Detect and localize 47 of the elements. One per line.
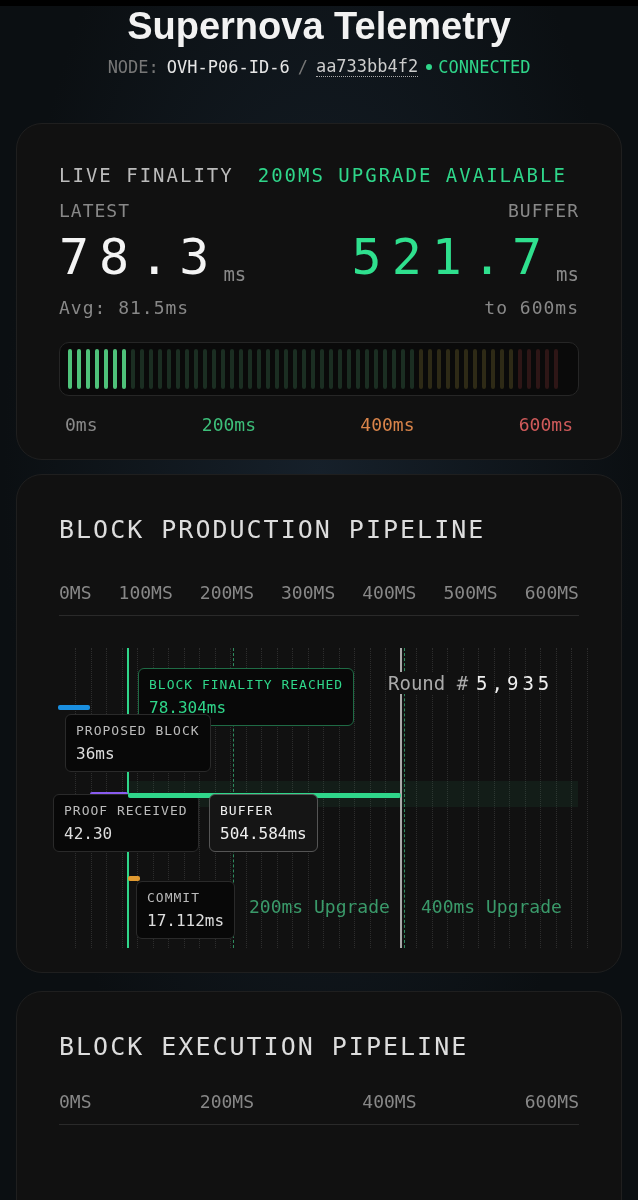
- axis-tick: 0MS: [59, 582, 92, 603]
- axis-tick: 300MS: [281, 582, 336, 603]
- axis-tick: 200MS: [199, 582, 254, 603]
- section-title: BLOCK PRODUCTION PIPELINE: [59, 515, 487, 544]
- node-hash[interactable]: aa733bb4f2: [315, 56, 419, 77]
- app-title: Supernova Telemetry: [126, 6, 512, 46]
- event-value: 17.112ms: [147, 911, 225, 930]
- scale-label: 0ms: [65, 414, 98, 435]
- upgrade-notice: 200MS UPGRADE AVAILABLE: [257, 164, 567, 186]
- section-title: BLOCK EXECUTION PIPELINE: [59, 1032, 470, 1061]
- buffer-label: BUFFER: [507, 200, 579, 221]
- axis-tick: 500MS: [443, 582, 498, 603]
- axis-tick: 0MS: [59, 1091, 92, 1112]
- event-value: 504.584ms: [220, 824, 307, 843]
- axis-tick: 600MS: [524, 582, 579, 603]
- separator: /: [297, 56, 308, 77]
- axis-tick: 400MS: [362, 582, 417, 603]
- round-label: Round #: [386, 672, 471, 694]
- axis-tick: 600MS: [524, 1091, 579, 1112]
- scale-label: 400ms: [360, 414, 415, 435]
- axis-tick: 100MS: [118, 582, 173, 603]
- upgrade-marker: 400ms Upgrade: [421, 896, 562, 917]
- node-id: OVH-P06-ID-6: [166, 56, 290, 77]
- node-label: NODE:: [107, 56, 159, 77]
- buffer-note: to 600ms: [484, 297, 579, 318]
- card-title: LIVE FINALITY: [59, 164, 234, 186]
- event-label: COMMIT: [147, 890, 201, 905]
- axis-tick: 200MS: [199, 1091, 254, 1112]
- event-value: 78.304ms: [149, 698, 228, 717]
- latest-value: 78.3: [59, 229, 220, 285]
- scale-label: 200ms: [201, 414, 256, 435]
- buffer-value: 521.7: [351, 229, 553, 285]
- latest-label: LATEST: [59, 200, 131, 221]
- axis-tick: 400MS: [362, 1091, 417, 1112]
- scale-label: 600ms: [518, 414, 573, 435]
- event-value: 36ms: [76, 744, 116, 763]
- event-label: BUFFER: [220, 803, 274, 818]
- round-number: 5,935: [476, 672, 554, 694]
- unit-label: ms: [223, 263, 247, 285]
- event-label: PROOF RECEIVED: [64, 803, 188, 818]
- upgrade-marker: 200ms Upgrade: [249, 896, 390, 917]
- unit-label: ms: [556, 263, 579, 285]
- average-text: Avg: 81.5ms: [59, 297, 190, 318]
- event-value: 42.30: [64, 824, 114, 843]
- connection-status: CONNECTED: [426, 56, 531, 77]
- event-label: BLOCK FINALITY REACHED: [149, 677, 344, 692]
- event-label: PROPOSED BLOCK: [76, 723, 200, 738]
